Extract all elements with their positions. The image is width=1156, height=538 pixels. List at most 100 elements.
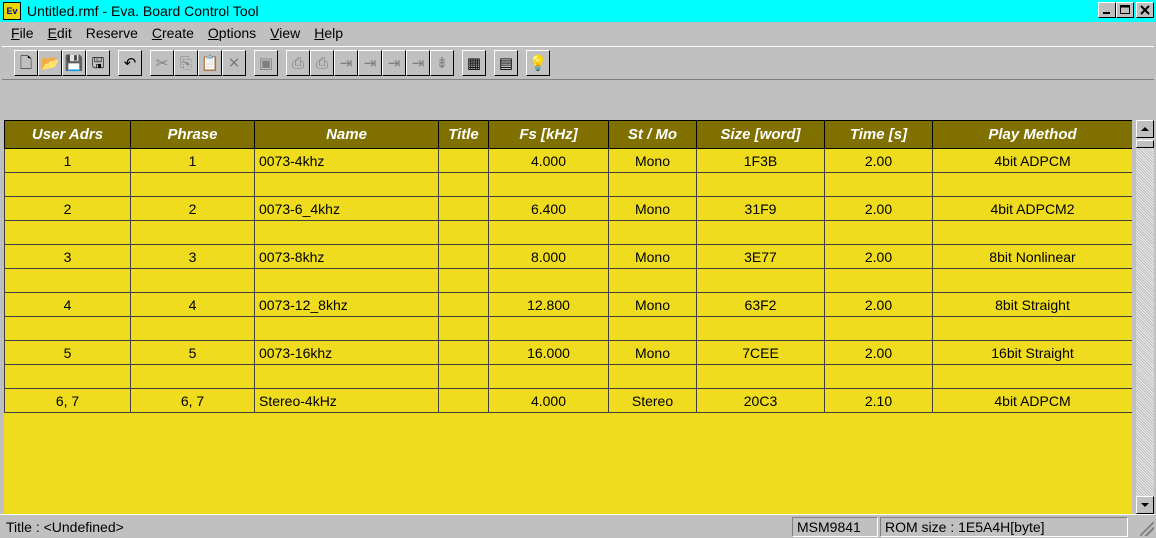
table-cell[interactable]: 2.00: [824, 292, 933, 317]
table-cell[interactable]: 16.000: [488, 340, 609, 365]
table-cell[interactable]: 5: [130, 340, 255, 365]
table-cell[interactable]: [608, 316, 697, 341]
menu-create[interactable]: Create: [145, 25, 201, 41]
table-row[interactable]: 2 2 0073-6_4khz 6.400 Mono 31F9 2.00 4bit ADPCM…: [4, 196, 1132, 221]
table-cell[interactable]: [4, 220, 131, 245]
insert-p-button[interactable]: ⇥: [382, 50, 406, 76]
table-cell[interactable]: Mono: [608, 292, 697, 317]
table-cell[interactable]: [932, 316, 1132, 341]
table-row[interactable]: 4 4 0073-12_8khz 12.800 Mono 63F2 2.00 8bit Str…: [4, 292, 1132, 317]
table-cell[interactable]: Mono: [608, 148, 697, 173]
table-row[interactable]: 3 3 0073-8khz 8.000 Mono 3E77 2.00 8bit Nonline…: [4, 244, 1132, 269]
table-cell[interactable]: [696, 316, 825, 341]
table-cell[interactable]: [130, 316, 255, 341]
app-icon[interactable]: Ev: [3, 2, 21, 20]
table-cell[interactable]: [932, 364, 1132, 389]
table-cell[interactable]: [130, 220, 255, 245]
table-cell[interactable]: [254, 220, 439, 245]
table-cell[interactable]: [4, 172, 131, 197]
table-cell[interactable]: [696, 172, 825, 197]
table-cell[interactable]: [438, 364, 489, 389]
table-cell[interactable]: [824, 220, 933, 245]
table-cell[interactable]: 1F3B: [696, 148, 825, 173]
table-cell[interactable]: [696, 268, 825, 293]
table-row[interactable]: [4, 172, 1132, 197]
table-cell[interactable]: 0073-6_4khz: [254, 196, 439, 221]
select-all-button[interactable]: ▣: [254, 50, 278, 76]
table-cell[interactable]: 3E77: [696, 244, 825, 269]
table-cell[interactable]: 4bit ADPCM: [932, 388, 1132, 413]
table-cell[interactable]: 6.400: [488, 196, 609, 221]
table-cell[interactable]: 20C3: [696, 388, 825, 413]
table-cell[interactable]: [438, 220, 489, 245]
column-header[interactable]: Phrase: [130, 120, 255, 149]
close-button[interactable]: [1136, 2, 1154, 18]
table-cell[interactable]: [438, 316, 489, 341]
table-cell[interactable]: [608, 364, 697, 389]
column-header[interactable]: Title: [438, 120, 489, 149]
column-header[interactable]: Play Method: [932, 120, 1132, 149]
menu-reserve[interactable]: Reserve: [79, 25, 145, 41]
minimize-button[interactable]: [1098, 2, 1116, 18]
table-cell[interactable]: [438, 148, 489, 173]
table-cell[interactable]: 12.800: [488, 292, 609, 317]
table-cell[interactable]: Mono: [608, 244, 697, 269]
table-cell[interactable]: 2: [4, 196, 131, 221]
menu-options[interactable]: Options: [201, 25, 263, 41]
vertical-scrollbar[interactable]: [1136, 120, 1154, 514]
table-cell[interactable]: [488, 220, 609, 245]
table-cell[interactable]: [254, 268, 439, 293]
column-header[interactable]: St / Mo: [608, 120, 697, 149]
save-as-button[interactable]: 🖫: [86, 50, 110, 76]
table-cell[interactable]: 8bit Straight: [932, 292, 1132, 317]
table-cell[interactable]: 2.10: [824, 388, 933, 413]
table-cell[interactable]: Stereo: [608, 388, 697, 413]
open-folder-button[interactable]: 📂: [38, 50, 62, 76]
print-setup-button[interactable]: ⎙: [310, 50, 334, 76]
table-cell[interactable]: 1: [130, 148, 255, 173]
column-header[interactable]: Time [s]: [824, 120, 933, 149]
copy-button[interactable]: ⎘: [174, 50, 198, 76]
table-cell[interactable]: [932, 172, 1132, 197]
table-cell[interactable]: 7CEE: [696, 340, 825, 365]
table-row[interactable]: 1 1 0073-4khz 4.000 Mono 1F3B 2.00 4bit ADPCM: [4, 148, 1132, 173]
table-cell[interactable]: [488, 268, 609, 293]
insert-row-button[interactable]: ⇟: [430, 50, 454, 76]
table-cell[interactable]: [438, 172, 489, 197]
table-cell[interactable]: [130, 172, 255, 197]
table-row[interactable]: [4, 220, 1132, 245]
table-cell[interactable]: 2.00: [824, 244, 933, 269]
table-cell[interactable]: [824, 268, 933, 293]
table-cell[interactable]: [254, 316, 439, 341]
table-cell[interactable]: 8.000: [488, 244, 609, 269]
table-cell[interactable]: 4bit ADPCM2: [932, 196, 1132, 221]
table-cell[interactable]: [254, 172, 439, 197]
save-button[interactable]: 💾: [62, 50, 86, 76]
new-document-button[interactable]: 🗋: [14, 50, 38, 76]
table-cell[interactable]: 16bit Straight: [932, 340, 1132, 365]
maximize-button[interactable]: [1116, 2, 1134, 18]
table-row[interactable]: 5 5 0073-16khz 16.000 Mono 7CEE 2.00 16bit Stra…: [4, 340, 1132, 365]
table-cell[interactable]: [608, 172, 697, 197]
resize-grip-icon[interactable]: [1140, 522, 1154, 536]
table-cell[interactable]: [824, 316, 933, 341]
table-cell[interactable]: [438, 268, 489, 293]
table-cell[interactable]: Mono: [608, 340, 697, 365]
table-cell[interactable]: 6, 7: [4, 388, 131, 413]
table-cell[interactable]: Mono: [608, 196, 697, 221]
table-cell[interactable]: 0073-16khz: [254, 340, 439, 365]
table-row[interactable]: [4, 364, 1132, 389]
table-cell[interactable]: [438, 340, 489, 365]
table-cell[interactable]: [824, 364, 933, 389]
scroll-up-button[interactable]: [1136, 120, 1154, 138]
table-cell[interactable]: [438, 388, 489, 413]
table-row[interactable]: 6, 7 6, 7 Stereo-4kHz 4.000 Stereo 20C3 2.10 4b…: [4, 388, 1132, 413]
menu-file[interactable]: File: [4, 25, 41, 41]
undo-button[interactable]: ↶: [118, 50, 142, 76]
table-cell[interactable]: [438, 196, 489, 221]
table-cell[interactable]: 2: [130, 196, 255, 221]
table-cell[interactable]: 4: [130, 292, 255, 317]
chip-button[interactable]: ▦: [462, 50, 486, 76]
table-cell[interactable]: 0073-8khz: [254, 244, 439, 269]
table-cell[interactable]: [488, 316, 609, 341]
